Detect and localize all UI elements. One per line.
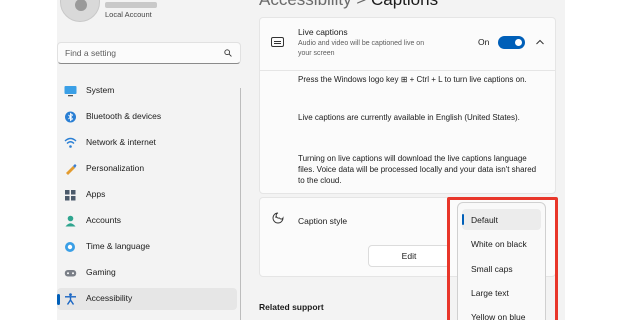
- active-indicator: [57, 294, 60, 305]
- sidebar-item-accounts[interactable]: Accounts: [57, 210, 237, 232]
- edit-button[interactable]: Edit: [368, 245, 450, 267]
- info-paragraph: Live captions are currently available in…: [298, 113, 520, 122]
- accessibility-icon: [65, 293, 76, 305]
- search-input[interactable]: Find a setting: [57, 42, 241, 64]
- sidebar-item-gaming[interactable]: Gaming: [57, 262, 237, 284]
- toggle-state-label: On: [478, 37, 490, 47]
- info-paragraph: Turning on live captions will download t…: [298, 154, 537, 185]
- sidebar-item-system[interactable]: System: [57, 80, 237, 102]
- sidebar: Local Account Find a setting System Blue…: [57, 0, 244, 320]
- live-captions-title: Live captions: [298, 27, 348, 37]
- personalization-icon: [66, 164, 77, 175]
- breadcrumb-parent[interactable]: Accessibility: [259, 0, 352, 9]
- sidebar-item-network[interactable]: Network & internet: [57, 132, 237, 154]
- gaming-icon: [64, 270, 77, 277]
- system-icon: [64, 86, 77, 97]
- search-placeholder: Find a setting: [65, 48, 117, 58]
- apps-icon: [65, 190, 76, 201]
- related-support-heading: Related support: [259, 302, 324, 312]
- live-captions-card: Live captions Audio and video will be ca…: [259, 17, 556, 194]
- captions-icon: [271, 37, 284, 47]
- divider: [260, 70, 555, 71]
- account-type-label: Local Account: [105, 10, 152, 19]
- breadcrumb-separator: >: [356, 0, 366, 9]
- highlight-box: [447, 197, 558, 320]
- sidebar-item-accessibility[interactable]: Accessibility: [57, 288, 237, 310]
- sidebar-item-apps[interactable]: Apps: [57, 184, 237, 206]
- chevron-up-icon[interactable]: [535, 38, 545, 46]
- live-captions-description: Audio and video will be captioned live o…: [298, 40, 425, 57]
- caption-style-title: Caption style: [298, 216, 348, 226]
- sidebar-scrollbar[interactable]: [240, 88, 241, 320]
- info-paragraph: Press the Windows logo key ⊞ + Ctrl + L …: [298, 75, 527, 84]
- page-title: Captions: [371, 0, 438, 9]
- sidebar-item-bluetooth[interactable]: Bluetooth & devices: [57, 106, 237, 128]
- bluetooth-icon: [65, 111, 76, 123]
- time-language-icon: [65, 242, 75, 252]
- accounts-icon: [65, 215, 76, 227]
- avatar: [60, 0, 100, 22]
- breadcrumb: Accessibility > Captions: [259, 0, 438, 10]
- caption-style-icon: [272, 212, 284, 224]
- account-name-blurred: [105, 2, 157, 8]
- sidebar-item-personalization[interactable]: Personalization: [57, 158, 237, 180]
- sidebar-item-time-language[interactable]: Time & language: [57, 236, 237, 258]
- search-icon: [224, 49, 232, 57]
- network-icon: [64, 137, 77, 148]
- live-captions-toggle[interactable]: [498, 36, 525, 49]
